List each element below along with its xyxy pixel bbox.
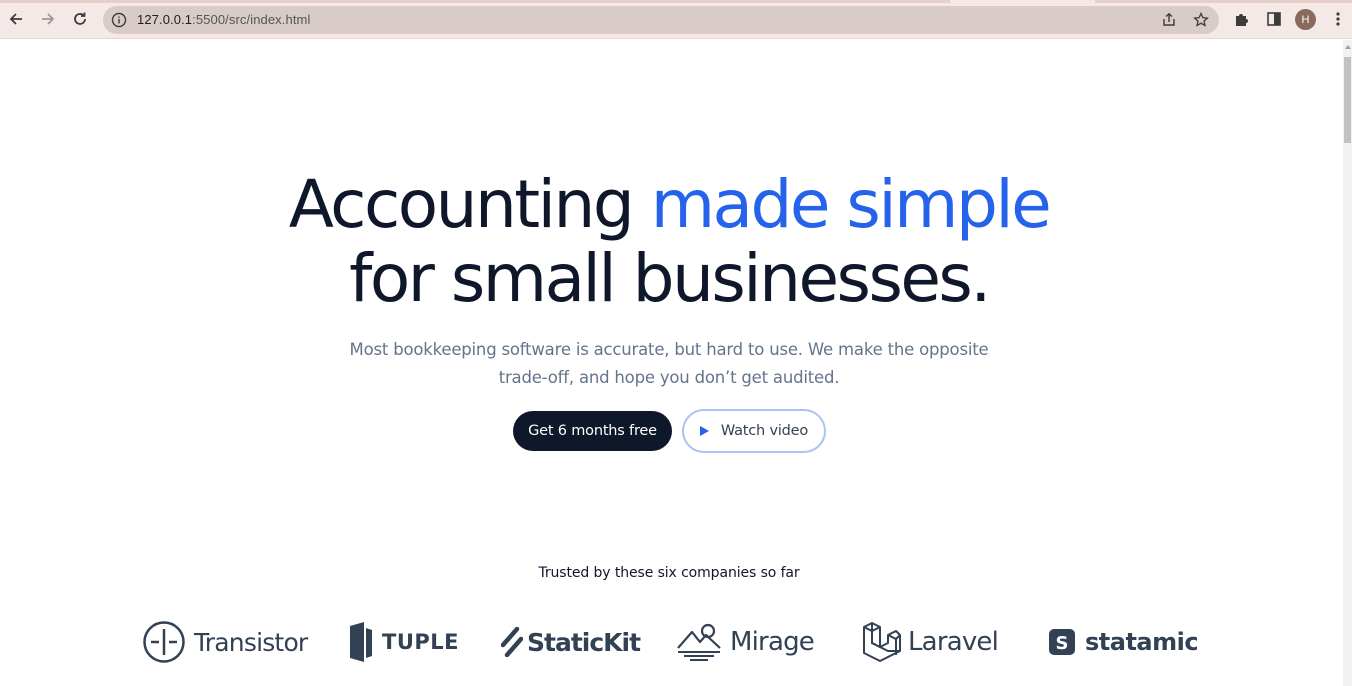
statamic-logo-icon: S <box>1049 629 1075 655</box>
logo-laravel-name: Laravel <box>908 627 999 657</box>
logo-statickit-name: StaticKit <box>527 627 641 657</box>
kebab-menu-icon <box>1336 12 1340 26</box>
side-panel-icon <box>1267 12 1281 26</box>
logo-transistor-name: Transistor <box>194 627 308 657</box>
logo-mirage-name: Mirage <box>730 627 815 657</box>
share-icon[interactable] <box>1161 12 1177 28</box>
hero-title: Accounting made simple for small busines… <box>0 168 1338 316</box>
url-text[interactable]: 127.0.0.1:5500/src/index.html <box>137 12 310 27</box>
tuple-logo-icon <box>350 622 372 662</box>
get-free-months-button[interactable]: Get 6 months free <box>513 411 672 451</box>
mirage-logo-icon <box>677 623 721 661</box>
site-info-icon[interactable] <box>111 12 127 28</box>
reload-button[interactable] <box>68 7 92 31</box>
transistor-logo-icon <box>143 621 185 663</box>
page-scrollbar[interactable] <box>1343 40 1352 686</box>
hero-subtitle-line2: trade-off, and hope you don’t get audite… <box>498 368 840 387</box>
reload-icon <box>74 12 86 25</box>
scroll-thumb[interactable] <box>1344 57 1351 143</box>
logo-tuple-name: TUPLE <box>382 630 459 654</box>
trusted-heading: Trusted by these six companies so far <box>538 565 800 581</box>
extensions-button[interactable] <box>1233 10 1251 28</box>
back-arrow-icon <box>9 13 22 25</box>
url-host: 127.0.0.1 <box>137 12 193 27</box>
hero-title-part1: Accounting <box>288 166 651 243</box>
back-button[interactable] <box>4 7 28 31</box>
scroll-up-arrow-icon[interactable] <box>1345 45 1351 49</box>
tab-strip <box>0 0 950 3</box>
svg-text:S: S <box>1056 633 1069 654</box>
forward-button[interactable] <box>36 7 60 31</box>
statickit-logo-icon <box>501 627 523 657</box>
browser-menu-button[interactable] <box>1329 10 1347 28</box>
url-path: :5500/src/index.html <box>192 12 311 27</box>
logo-statamic: S statamic <box>1047 618 1199 666</box>
logo-mirage: Mirage <box>676 618 815 666</box>
hero-subtitle: Most bookkeeping software is accurate, b… <box>340 336 998 392</box>
avatar-initial: H <box>1301 13 1310 26</box>
puzzle-icon <box>1236 14 1248 26</box>
hero-title-accent-text: made simple <box>650 166 1052 243</box>
hero-subtitle-line1: Most bookkeeping software is accurate, b… <box>349 340 989 359</box>
logo-laravel: Laravel <box>862 618 999 666</box>
profile-avatar[interactable]: H <box>1295 9 1316 30</box>
side-panel-button[interactable] <box>1265 10 1283 28</box>
logo-statickit: StaticKit <box>501 618 641 666</box>
address-bar[interactable]: 127.0.0.1:5500/src/index.html <box>103 6 1219 34</box>
laravel-logo-icon <box>863 622 901 662</box>
tab-strip-right <box>1095 0 1352 3</box>
hero-title-part2: for small businesses. <box>349 240 991 317</box>
logo-transistor: Transistor <box>142 618 308 666</box>
play-icon <box>699 426 709 436</box>
logo-tuple: TUPLE <box>348 618 459 666</box>
watch-video-label: Watch video <box>720 423 809 439</box>
get-free-months-label: Get 6 months free <box>528 423 657 439</box>
forward-arrow-icon <box>42 13 55 25</box>
logo-statamic-name: statamic <box>1085 628 1199 656</box>
browser-toolbar: 127.0.0.1:5500/src/index.html H <box>0 0 1352 39</box>
bookmark-star-icon[interactable] <box>1193 12 1209 28</box>
watch-video-button[interactable]: Watch video <box>682 409 826 453</box>
hero-title-accent: made simple <box>649 166 1065 243</box>
